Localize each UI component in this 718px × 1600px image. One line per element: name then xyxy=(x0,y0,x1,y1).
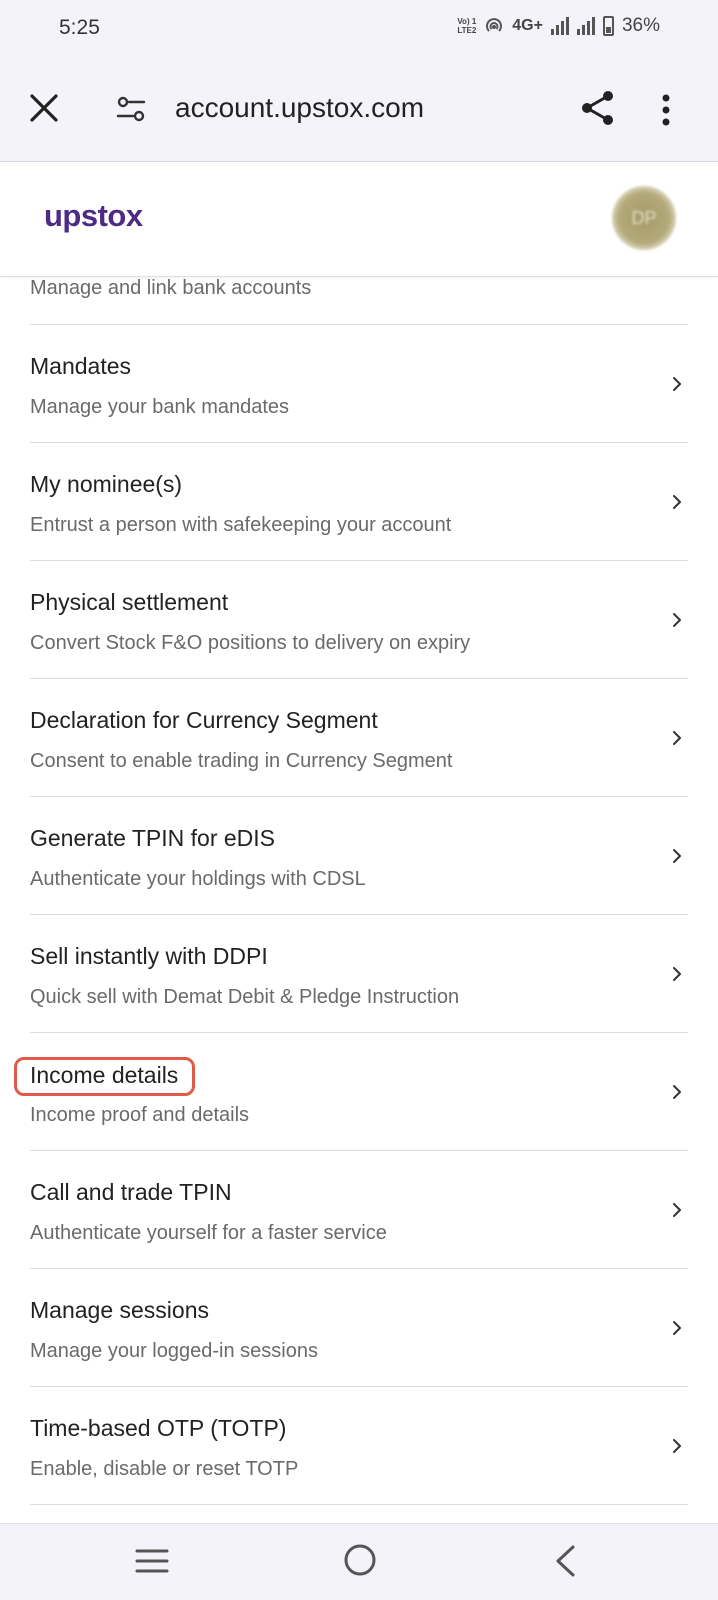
list-item-subtitle: Enable, disable or reset TOTP xyxy=(30,1458,299,1480)
list-item-subtitle: Convert Stock F&O positions to delivery … xyxy=(30,632,471,654)
title-container: Call and trade TPIN xyxy=(14,1175,248,1210)
list-item-title: Declaration for Currency Segment xyxy=(30,707,378,733)
status-bar: 5:25 Vo) 1 LTE2 4G+ 36% xyxy=(0,0,718,60)
volte-icon: Vo) 1 LTE2 xyxy=(457,17,477,35)
hotspot-icon xyxy=(486,18,503,32)
list-item-generate-tpin-for-edis[interactable]: Generate TPIN for eDIS Authenticate your … xyxy=(30,797,688,915)
title-container: My nominee(s) xyxy=(14,467,198,502)
chevron-right-icon xyxy=(673,377,681,391)
title-container: Sell instantly with DDPI xyxy=(14,939,284,974)
list-item-subtitle: Authenticate yourself for a faster servi… xyxy=(30,1222,387,1244)
app-header: upstox DP xyxy=(0,162,718,277)
list-item-subtitle: Income proof and details xyxy=(30,1104,250,1126)
list-item-subtitle: Manage your bank mandates xyxy=(30,396,290,418)
chevron-right-icon xyxy=(673,1085,681,1099)
highlight-box: Income details xyxy=(14,1057,196,1096)
list-item-bank-accounts[interactable]: Manage and link bank accounts xyxy=(30,277,688,325)
list-item-time-based-otp-totp[interactable]: Time-based OTP (TOTP) Enable, disable or … xyxy=(30,1387,688,1505)
list-item-subtitle: Manage your logged-in sessions xyxy=(30,1340,318,1362)
list-item-subtitle: Manage and link bank accounts xyxy=(30,277,312,299)
share-icon[interactable] xyxy=(578,88,618,128)
back-icon[interactable] xyxy=(553,1544,577,1578)
title-container: Time-based OTP (TOTP) xyxy=(14,1411,302,1446)
list-item-title: My nominee(s) xyxy=(30,471,183,497)
chevron-right-icon xyxy=(673,1203,681,1217)
chevron-right-icon xyxy=(673,731,681,745)
list-item-title: Generate TPIN for eDIS xyxy=(30,825,276,851)
site-settings-icon[interactable] xyxy=(114,92,148,126)
title-container: Physical settlement xyxy=(14,585,244,620)
list-item-income-details[interactable]: Income details Income proof and details xyxy=(14,1033,688,1151)
list-item-title: Time-based OTP (TOTP) xyxy=(30,1415,287,1441)
list-item-sell-instantly-with-ddpi[interactable]: Sell instantly with DDPI Quick sell with … xyxy=(30,915,688,1033)
list-item-subtitle: Entrust a person with safekeeping your a… xyxy=(30,514,452,536)
list-item-physical-settlement[interactable]: Physical settlement Convert Stock F&O pos… xyxy=(30,561,688,679)
list-item-declaration-for-currency-segment[interactable]: Declaration for Currency Segment Consent … xyxy=(30,679,688,797)
list-item-title: Mandates xyxy=(30,353,132,379)
upstox-logo[interactable]: upstox xyxy=(44,198,143,234)
status-icons: Vo) 1 LTE2 4G+ 36% xyxy=(457,15,660,37)
title-container: Declaration for Currency Segment xyxy=(14,703,394,738)
more-options-icon[interactable] xyxy=(660,90,672,130)
recent-apps-icon[interactable] xyxy=(135,1546,169,1576)
list-item-subtitle: Quick sell with Demat Debit & Pledge Ins… xyxy=(30,986,460,1008)
system-nav-bar xyxy=(0,1523,718,1600)
list-item-title: Sell instantly with DDPI xyxy=(30,943,268,969)
battery-percent: 36% xyxy=(621,15,660,36)
avatar[interactable]: DP xyxy=(612,186,676,250)
list-item-call-and-trade-tpin[interactable]: Call and trade TPIN Authenticate yourself… xyxy=(30,1151,688,1269)
title-container: Generate TPIN for eDIS xyxy=(14,821,291,856)
home-icon[interactable] xyxy=(342,1542,378,1578)
list-item-title: Manage sessions xyxy=(30,1297,209,1323)
list-item-manage-sessions[interactable]: Manage sessions Manage your logged-in ses… xyxy=(30,1269,688,1387)
signal-icon-2 xyxy=(576,17,595,35)
chevron-right-icon xyxy=(673,495,681,509)
title-container: Mandates xyxy=(14,349,147,384)
title-container: Manage sessions xyxy=(14,1293,225,1328)
list-item-title: Income details xyxy=(30,1062,179,1088)
list-item-mandates[interactable]: Mandates Manage your bank mandates xyxy=(30,325,688,443)
signal-icon-1 xyxy=(550,17,569,35)
chevron-right-icon xyxy=(673,967,681,981)
list-item-my-nominee-s[interactable]: My nominee(s) Entrust a person with safek… xyxy=(30,443,688,561)
url-bar[interactable]: account.upstox.com xyxy=(175,92,424,124)
battery-icon xyxy=(602,16,614,36)
chevron-right-icon xyxy=(673,1439,681,1453)
list-item-title: Physical settlement xyxy=(30,589,229,615)
close-icon[interactable] xyxy=(26,90,62,126)
browser-toolbar: account.upstox.com xyxy=(0,60,718,162)
chevron-right-icon xyxy=(673,613,681,627)
settings-list: Mandates Manage your bank mandates My nomi… xyxy=(14,325,688,1505)
account-settings-list: Manage and link bank accounts Mandates Ma… xyxy=(0,277,718,1523)
status-time: 5:25 xyxy=(59,16,100,39)
list-item-subtitle: Consent to enable trading in Currency Se… xyxy=(30,750,453,772)
chevron-right-icon xyxy=(673,1321,681,1335)
network-type: 4G+ xyxy=(512,17,543,34)
list-item-title: Call and trade TPIN xyxy=(30,1179,232,1205)
list-item-subtitle: Authenticate your holdings with CDSL xyxy=(30,868,366,890)
chevron-right-icon xyxy=(673,849,681,863)
